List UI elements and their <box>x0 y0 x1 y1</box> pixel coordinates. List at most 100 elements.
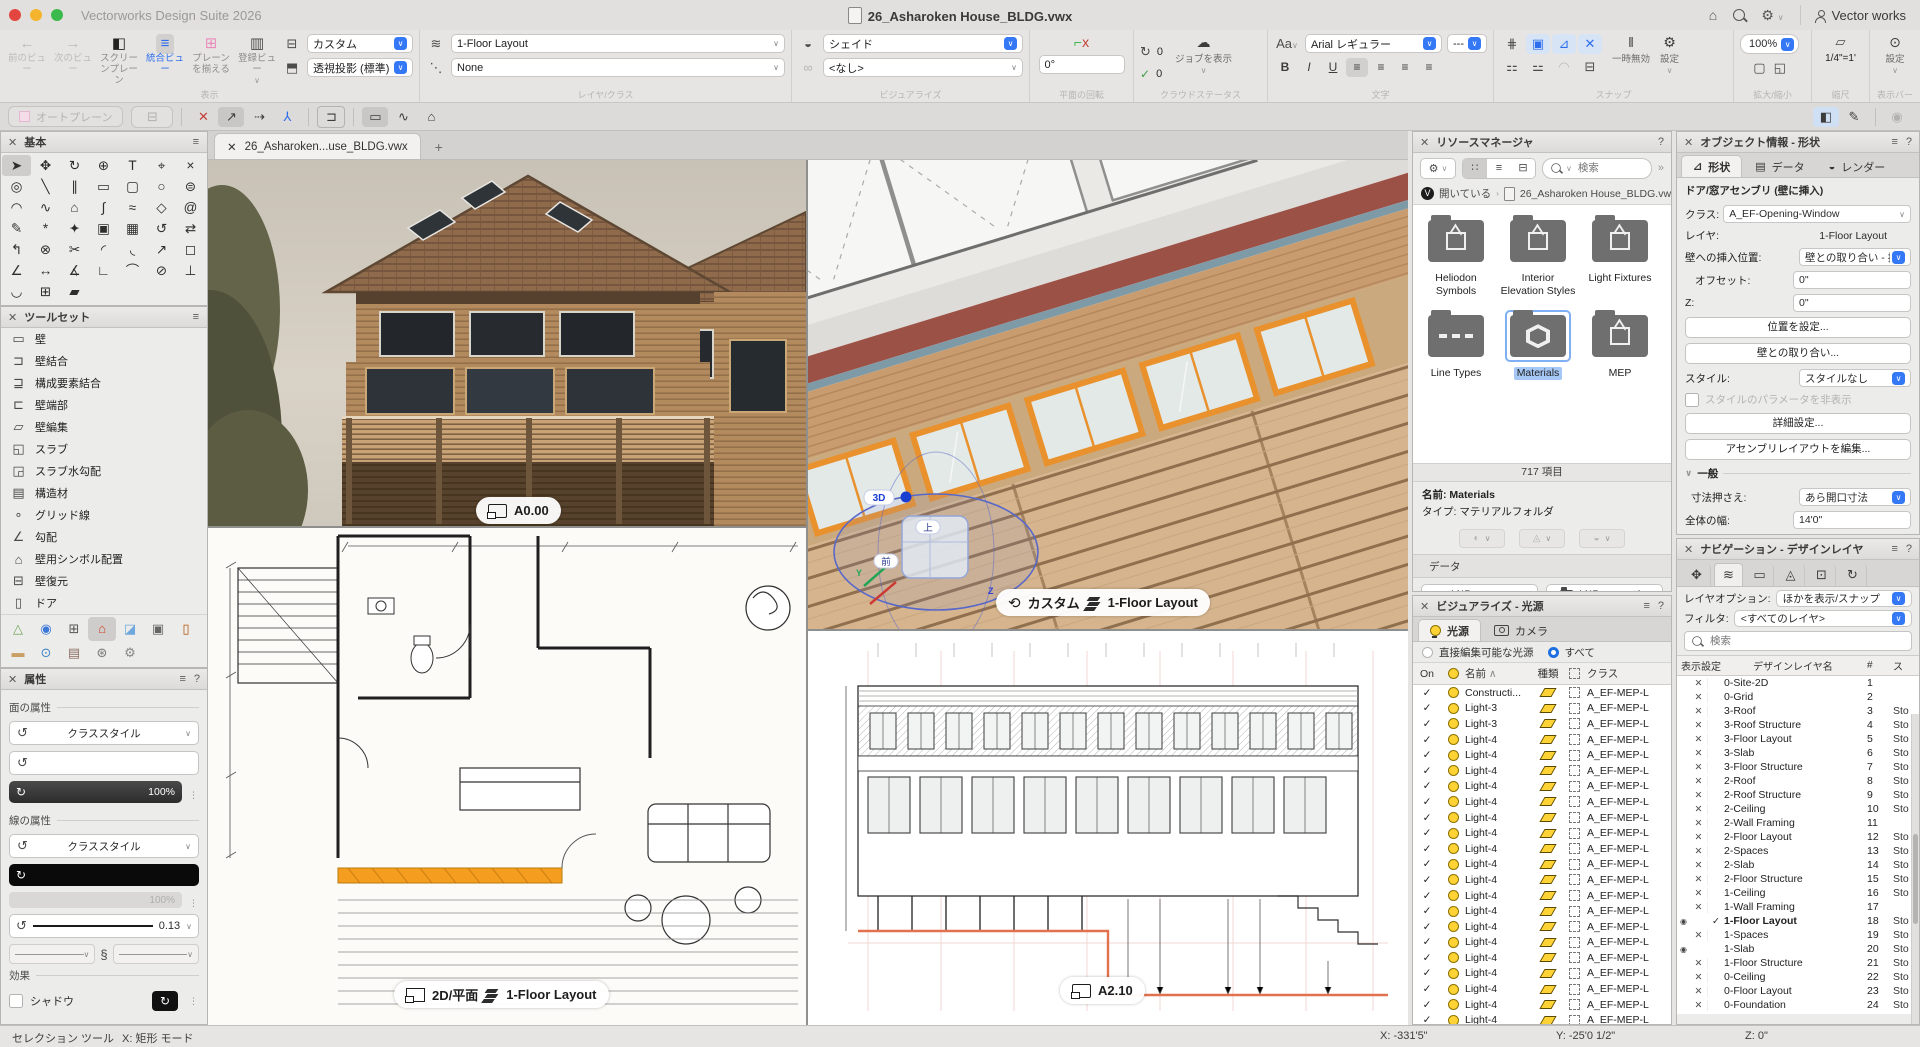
layer-search-input[interactable] <box>1708 634 1812 648</box>
rotation-angle-field[interactable]: 0° <box>1039 55 1125 74</box>
magic-wand-tool[interactable]: ✦ <box>60 218 89 239</box>
resource-folder[interactable]: Light Fixtures <box>1579 215 1661 298</box>
fill-color-dropdown[interactable]: ↺ <box>9 751 199 775</box>
frame-tool[interactable]: ⊞ <box>31 281 60 302</box>
design-layer-row[interactable]: ✕ 2-Floor Structure 15 Sto <box>1677 872 1919 886</box>
chamfer-tool[interactable]: ◟ <box>118 239 147 260</box>
design-layer-row[interactable]: ✕ 0-Ceiling 22 Sto <box>1677 970 1919 984</box>
resource-breadcrumb[interactable]: V 開いている› 26_Asharoken House_BLDG.vwx <box>1413 183 1671 205</box>
light-row[interactable]: ✓ Light-4 A_EF-MEP-L <box>1413 872 1671 888</box>
projection-dropdown[interactable]: 透視投影 (標準)∨ <box>307 58 413 77</box>
detail-settings-button[interactable]: 詳細設定... <box>1685 413 1911 434</box>
panel-menu-icon[interactable]: ≡ <box>1891 136 1898 148</box>
light-row[interactable]: ✓ Light-3 A_EF-MEP-L <box>1413 716 1671 732</box>
framing-member-tool[interactable]: ▤構造材 <box>1 482 207 504</box>
quick-pref-pen-button[interactable]: ✎ <box>1841 107 1867 127</box>
layer-filter-dropdown[interactable]: <すべてのレイヤ>∨ <box>1734 610 1912 627</box>
design-layer-row[interactable]: ✕ 3-Slab 6 Sto <box>1677 746 1919 760</box>
search-input[interactable] <box>1576 161 1640 175</box>
opacity-options-icon[interactable]: ⋮ <box>189 898 199 909</box>
show-jobs-button[interactable]: ☁ジョブを表示∨ <box>1175 34 1232 90</box>
align-justify-button[interactable]: ≡ <box>1418 58 1440 77</box>
view-orientation-badge[interactable]: ⟲ カスタム 1-Floor Layout <box>996 589 1210 616</box>
unified-view-button[interactable]: ≡統合ビュー <box>144 34 186 90</box>
plane-mode-button[interactable]: ⊟ <box>131 106 173 128</box>
zoom-level-dropdown[interactable]: 100%∨ <box>1740 34 1799 54</box>
design-layer-row[interactable]: ✕ 0-Grid 2 <box>1677 690 1919 704</box>
previous-view-button[interactable]: ←前のビュー <box>6 34 48 90</box>
arc-tool[interactable]: ◠ <box>2 197 31 218</box>
tab-data[interactable]: ▤データ <box>1744 156 1815 177</box>
wall-recover-tool[interactable]: ⊟壁復元 <box>1 570 207 592</box>
tab-shape[interactable]: ⊿形状 <box>1681 155 1742 177</box>
minimize-window-icon[interactable] <box>30 9 42 21</box>
active-layer-dropdown[interactable]: 1-Floor Layout∨ <box>451 34 785 53</box>
polyline-tool[interactable]: ∫ <box>89 197 118 218</box>
render-mode-dropdown[interactable]: シェイド∨ <box>823 34 1023 53</box>
texture-preview-dropdown[interactable]: ◐ ∨ <box>1459 529 1505 548</box>
light-row[interactable]: ✓ Light-4 A_EF-MEP-L <box>1413 841 1671 857</box>
dim-arc-tool[interactable]: ⌒ <box>118 260 147 281</box>
snap-working-plane-button[interactable]: ⊟ <box>1578 57 1602 77</box>
light-row[interactable]: ✓ Light-4 A_EF-MEP-L <box>1413 903 1671 919</box>
italic-button[interactable]: I <box>1298 58 1320 77</box>
light-row[interactable]: ✓ Light-4 A_EF-MEP-L <box>1413 825 1671 841</box>
light-row[interactable]: ✓ Light-4 A_EF-MEP-L <box>1413 950 1671 966</box>
help-icon[interactable]: ? <box>1906 136 1912 148</box>
help-icon[interactable]: ? <box>194 673 200 685</box>
nav-viewports-icon[interactable]: ⊡ <box>1808 564 1836 586</box>
design-layer-row[interactable]: ✕ 1-Wall Framing 17 <box>1677 900 1919 914</box>
list-view-button[interactable]: ≡ <box>1487 159 1511 178</box>
tab-render[interactable]: ◒レンダー <box>1818 156 1897 177</box>
attribute-mapping-tool[interactable]: * <box>31 218 60 239</box>
font-size-icon[interactable]: Aa∨ <box>1274 36 1300 51</box>
wall-edit-tool[interactable]: ▱壁編集 <box>1 416 207 438</box>
marker-end-dropdown[interactable]: ∨ <box>113 944 199 964</box>
close-icon[interactable]: ✕ <box>1684 136 1693 149</box>
palette-menu-icon[interactable]: ≡ <box>179 673 186 685</box>
snap-intersection-button[interactable]: ✕ <box>1578 34 1602 54</box>
clip-tool[interactable]: ⊗ <box>31 239 60 260</box>
design-layer-row[interactable]: ✕ 3-Roof 3 Sto <box>1677 704 1919 718</box>
resource-folder[interactable]: Heliodon Symbols <box>1415 215 1497 298</box>
interactive-scaling-mode[interactable]: ⊐ <box>317 106 345 128</box>
marquee-mode[interactable]: ▭ <box>362 107 388 127</box>
resource-folder[interactable]: Materials <box>1497 310 1579 380</box>
layer-options-dropdown[interactable]: ほかを表示/スナップ∨ <box>1776 590 1912 607</box>
help-icon[interactable]: ? <box>1658 600 1664 612</box>
style-dropdown[interactable]: スタイルなし∨ <box>1799 369 1911 387</box>
render-style-dropdown[interactable]: <なし>∨ <box>823 58 1023 77</box>
nav-design-layers-icon[interactable]: ≋ <box>1714 563 1743 586</box>
scale-value[interactable]: 1/4"=1' <box>1825 53 1856 64</box>
connect-combine-tool[interactable]: ∠ <box>2 260 31 281</box>
design-layer-row[interactable]: ✕ 2-Wall Framing 11 <box>1677 816 1919 830</box>
nav-saved-views-icon[interactable]: ✥ <box>1683 564 1711 586</box>
freehand-tool[interactable]: ∿ <box>31 197 60 218</box>
underline-button[interactable]: U <box>1322 58 1344 77</box>
nav-sheet-layers-icon[interactable]: ▭ <box>1746 564 1774 586</box>
detail-view-button[interactable]: ⊟ <box>1511 159 1535 178</box>
light-row[interactable]: ✓ Light-4 A_EF-MEP-L <box>1413 919 1671 935</box>
elevation-number-badge[interactable]: A2.10 <box>1060 977 1145 1004</box>
resource-settings-dropdown[interactable]: ⚙∨ <box>1420 158 1456 179</box>
site-tools[interactable]: ◉ <box>32 617 60 641</box>
selection-tool[interactable]: ➤ <box>2 155 31 176</box>
glazing-tools[interactable]: ◪ <box>116 617 144 641</box>
light-row[interactable]: ✓ Light-4 A_EF-MEP-L <box>1413 732 1671 748</box>
close-icon[interactable]: ✕ <box>8 311 17 324</box>
viewport-elevation[interactable]: A2.10 <box>808 631 1408 1025</box>
screen-plane-button[interactable]: ◧スクリーンプレーン <box>98 34 140 90</box>
lights-table-header[interactable]: On 名前 ∧ 種類 クラス <box>1413 663 1671 685</box>
panel-menu-icon[interactable]: ≡ <box>1891 543 1898 555</box>
snap-angle-button[interactable]: ⊿ <box>1552 34 1576 54</box>
design-layer-row[interactable]: ✕ 2-Roof 8 Sto <box>1677 774 1919 788</box>
light-row[interactable]: ✓ Light-4 A_EF-MEP-L <box>1413 763 1671 779</box>
cube-3d-label[interactable]: 3D <box>873 493 886 504</box>
rectangle-tool[interactable]: ▭ <box>89 176 118 197</box>
layers-scrollbar[interactable] <box>1911 714 1919 1025</box>
design-layer-row[interactable]: ✕ 2-Slab 14 Sto <box>1677 858 1919 872</box>
ellipse-tool[interactable]: ⊜ <box>176 176 205 197</box>
viewport-3d-closeup[interactable]: 3D 上 前 Y Z ⟲ カスタム 1-Floor Layout <box>808 160 1408 629</box>
close-window-icon[interactable] <box>9 9 21 21</box>
overall-width-field[interactable]: 14'0" <box>1793 511 1911 529</box>
